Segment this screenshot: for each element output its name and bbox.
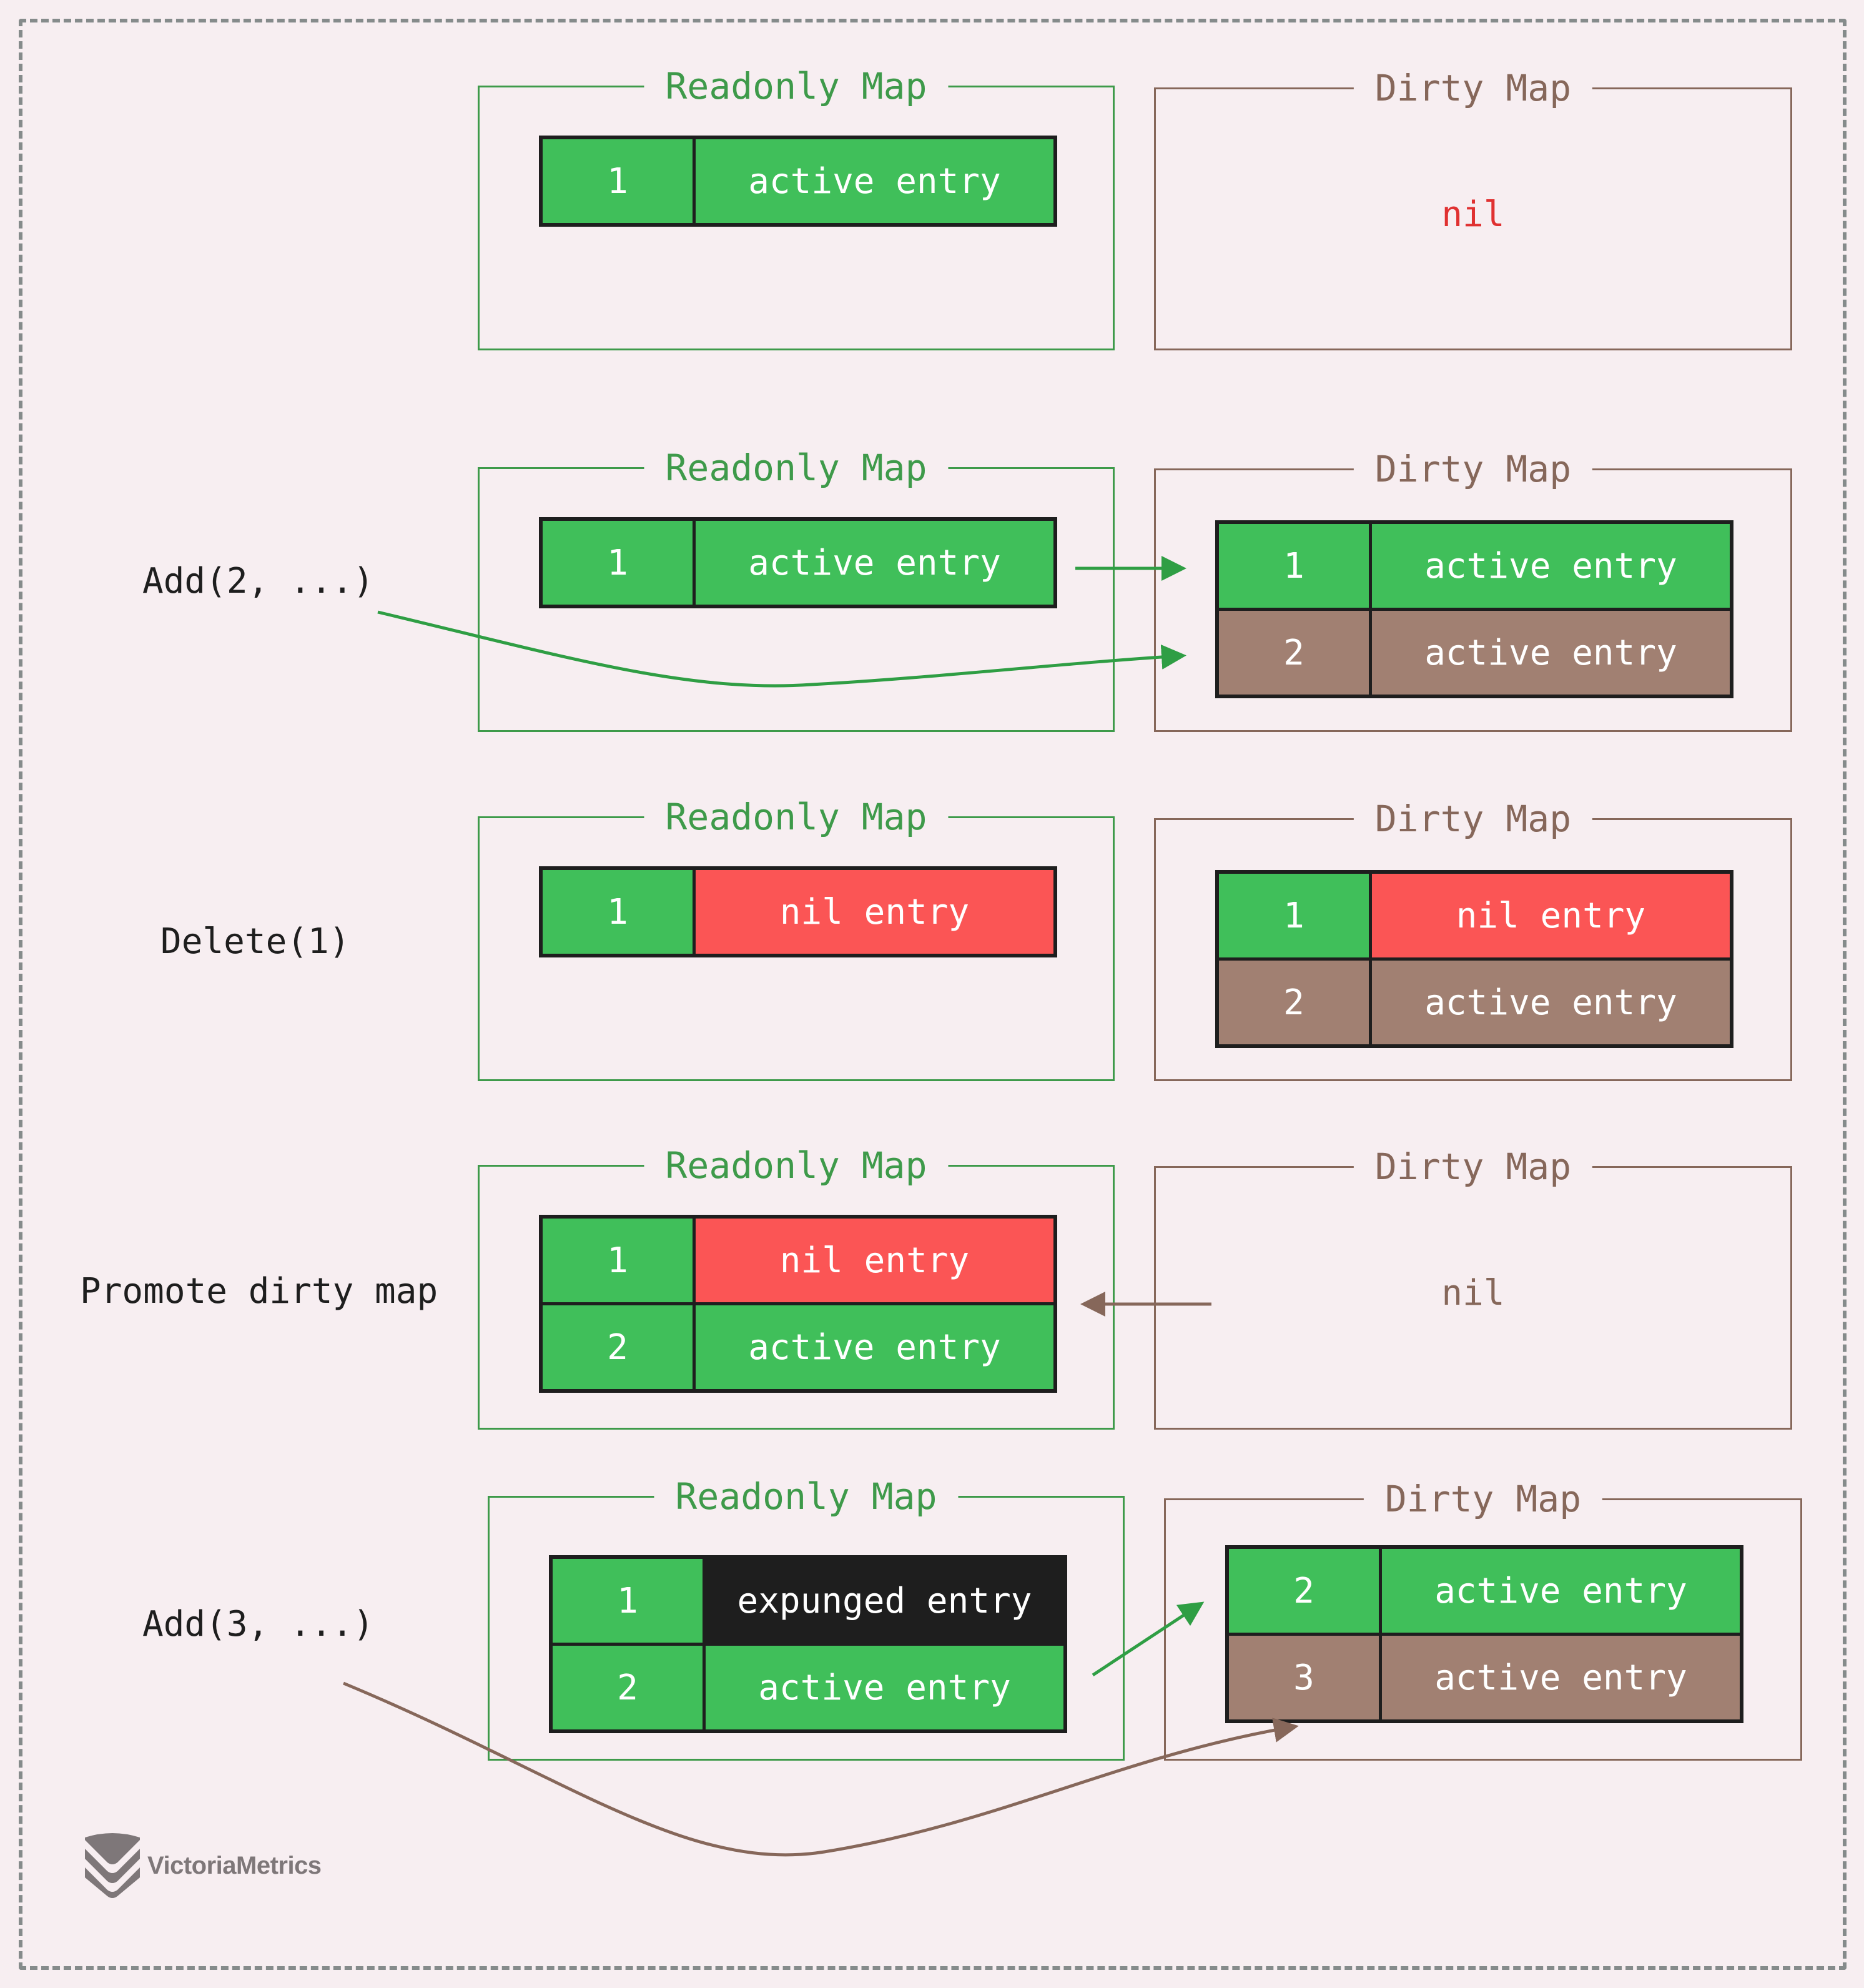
logo: VictoriaMetrics [82, 1831, 322, 1900]
logo-text: VictoriaMetrics [147, 1851, 322, 1879]
add-arrow [343, 1681, 1299, 1857]
add-arrow [377, 610, 1186, 688]
arrows-layer [343, 556, 1299, 1857]
copy-arrow [1092, 1601, 1205, 1677]
victoriametrics-logo-icon [85, 1833, 140, 1898]
